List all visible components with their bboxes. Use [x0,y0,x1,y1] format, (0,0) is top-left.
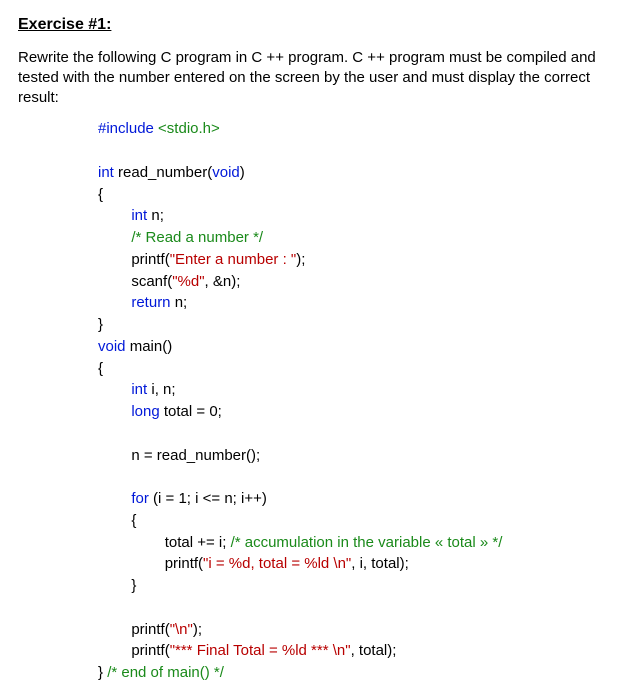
code-block: #include <stdio.h> int read_number(void)… [98,118,609,684]
code-str: "%d" [172,273,204,290]
code-txt: total += i; [165,534,231,551]
code-txt: n; [147,207,164,224]
code-txt: printf( [165,555,203,572]
code-txt: ); [296,251,305,268]
code-txt: (i = 1; i <= n; i++) [149,490,267,507]
code-txt: } [98,664,107,681]
code-txt: , i, total); [351,555,409,572]
code-txt: total = 0; [160,403,222,420]
code-txt: { [131,512,136,529]
code-inc: <stdio.h> [158,120,220,137]
code-txt: } [131,577,136,594]
code-cmt: /* accumulation in the variable « total … [231,534,503,551]
code-str: "*** Final Total = %ld *** \n" [170,642,351,659]
code-txt: n; [171,294,188,311]
code-txt: { [98,186,103,203]
code-txt: i, n; [147,381,175,398]
exercise-intro: Rewrite the following C program in C ++ … [18,48,609,109]
code-txt: , total); [351,642,397,659]
code-kw: #include [98,120,158,137]
code-txt: printf( [131,621,169,638]
code-kw: for [131,490,149,507]
code-kw: int [131,381,147,398]
code-txt: read_number( [114,164,212,181]
code-txt: ); [193,621,202,638]
code-str: "Enter a number : " [170,251,297,268]
code-kw: int [131,207,147,224]
code-txt: ) [240,164,245,181]
code-cmt: /* end of main() */ [107,664,224,681]
code-txt: main() [126,338,173,355]
code-txt: } [98,316,103,333]
code-str: "\n" [170,621,193,638]
code-kw: void [212,164,240,181]
code-kw: int [98,164,114,181]
code-kw: long [131,403,159,420]
code-kw: void [98,338,126,355]
code-str: "i = %d, total = %ld \n" [203,555,351,572]
code-txt: , &n); [205,273,241,290]
exercise-heading: Exercise #1: [18,14,609,36]
code-txt: printf( [131,642,169,659]
code-txt: n = read_number(); [131,447,260,464]
code-txt: { [98,360,103,377]
code-txt: scanf( [131,273,172,290]
code-kw: return [131,294,170,311]
code-txt: printf( [131,251,169,268]
code-cmt: /* Read a number */ [131,229,263,246]
